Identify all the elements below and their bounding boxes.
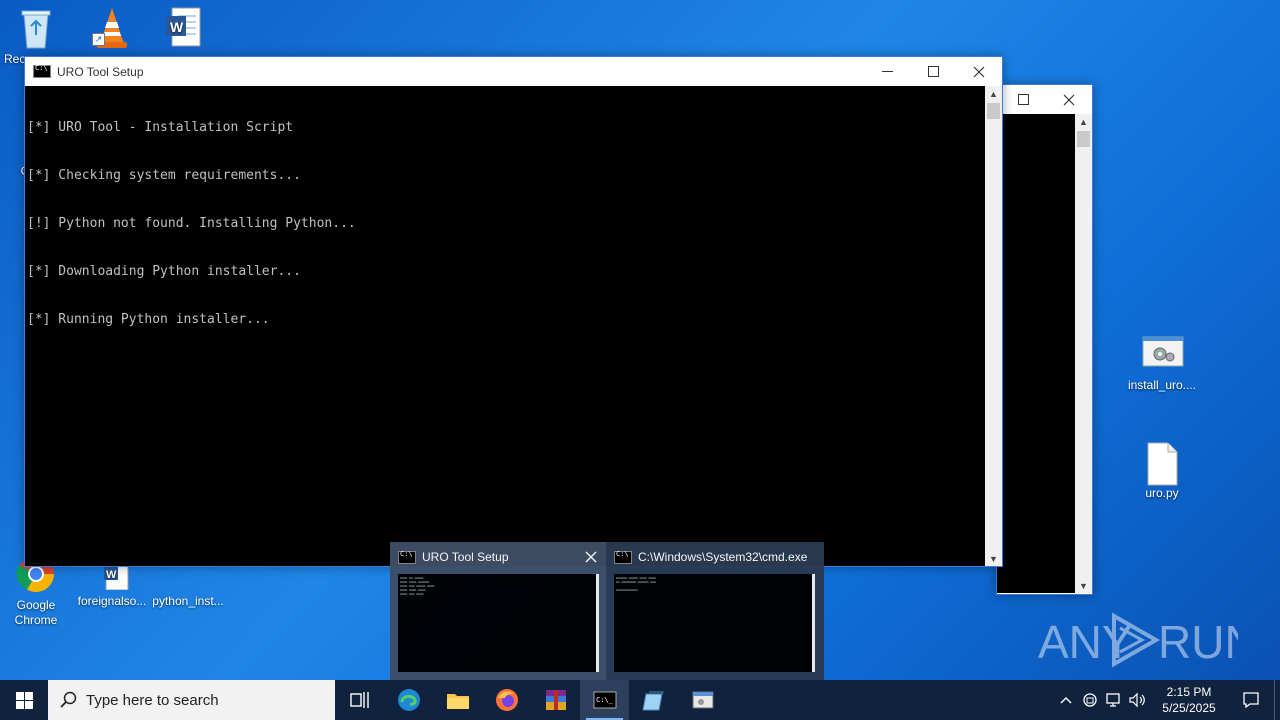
notepad-taskbar-button[interactable] (629, 680, 678, 720)
task-view-icon (349, 692, 369, 708)
folder-icon (446, 694, 469, 709)
foreignalso-label: foreignalso... (77, 594, 147, 608)
chevron-up-icon (1060, 697, 1072, 704)
maximize-button[interactable] (910, 57, 956, 86)
taskbar-thumbnail-popup: URO Tool Setup ▬▬▬▬ ▬▬ ▬▬▬▬▬ ▬▬▬▬ ▬▬▬▬ ▬… (390, 542, 824, 680)
uro-tool-setup-window[interactable]: URO Tool Setup [*] URO Tool - Installati… (24, 56, 1003, 567)
search-placeholder: Type here to search (86, 691, 219, 709)
cmd-icon: C:\_ (593, 691, 616, 709)
cmd-icon (614, 550, 632, 564)
batch-file-gear-icon (1142, 334, 1184, 374)
scroll-down-icon[interactable]: ▼ (985, 551, 1002, 566)
cmd-icon (398, 550, 416, 564)
console-line: [*] URO Tool - Installation Script (27, 120, 294, 135)
windows-logo-icon (15, 691, 33, 709)
clock-time: 2:15 PM (1166, 685, 1212, 699)
vlc-shortcut[interactable]: ↗ (74, 6, 150, 50)
taskbar-search-box[interactable]: Type here to search (48, 680, 335, 720)
close-button[interactable] (956, 57, 1002, 86)
scroll-thumb[interactable] (1077, 131, 1090, 147)
thumbnail-preview[interactable]: ▬▬▬▬ ▬▬ ▬▬▬▬▬ ▬▬▬▬ ▬▬▬▬ ▬▬▬▬▬▬ ▬▬▬▬ ▬▬▬ … (398, 574, 599, 672)
svg-text:W: W (170, 19, 184, 35)
anyrun-logo-icon: ANY RUN (1038, 612, 1258, 668)
firefox-icon (495, 689, 518, 711)
file-explorer-taskbar-button[interactable] (433, 680, 482, 720)
vertical-scrollbar[interactable]: ▲ ▼ (1075, 114, 1092, 593)
python-installer-label: python_inst... (152, 594, 224, 608)
scroll-down-icon[interactable]: ▼ (1075, 578, 1092, 593)
notification-icon (1243, 692, 1259, 709)
console-line: [*] Downloading Python installer... (27, 264, 301, 279)
cmd-window-background[interactable]: ▲ ▼ (996, 84, 1093, 595)
thumbnail-cmd[interactable]: C:\Windows\System32\cmd.exe ▬▬▬▬▬▬ ▬▬▬▬▬… (606, 542, 822, 680)
maximize-button[interactable] (1000, 85, 1046, 114)
foreignalso-file[interactable]: W foreignalso... (74, 559, 150, 609)
close-icon[interactable] (576, 551, 606, 563)
text-file-icon (1142, 442, 1182, 486)
edge-icon (397, 689, 420, 711)
shortcut-arrow-icon: ↗ (92, 33, 105, 46)
search-icon (60, 691, 77, 708)
anyrun-watermark: ANY RUN (1038, 608, 1258, 672)
scroll-thumb[interactable] (987, 103, 1000, 119)
notepad-icon (641, 691, 664, 711)
title-bar[interactable]: URO Tool Setup (25, 57, 1002, 86)
scroll-up-icon[interactable]: ▲ (985, 86, 1002, 101)
console-line: [*] Checking system requirements... (27, 168, 301, 183)
application-window-icon (692, 691, 713, 709)
show-hidden-icons-button[interactable] (1054, 680, 1078, 720)
python-installer-file[interactable]: python_inst... (150, 560, 226, 609)
edge-taskbar-button[interactable] (384, 680, 433, 720)
svg-text:RUN: RUN (1158, 616, 1238, 668)
thumbnail-uro-tool-setup[interactable]: URO Tool Setup ▬▬▬▬ ▬▬ ▬▬▬▬▬ ▬▬▬▬ ▬▬▬▬ ▬… (390, 542, 606, 680)
recycle-bin-icon (16, 8, 56, 49)
clock-date: 5/25/2025 (1162, 701, 1216, 715)
clock[interactable]: 2:15 PM 5/25/2025 (1150, 684, 1228, 716)
minimize-button[interactable] (864, 57, 910, 86)
close-button[interactable] (1046, 85, 1092, 114)
notifications-button[interactable] (1228, 680, 1274, 720)
console-output[interactable]: [*] URO Tool - Installation Script [*] C… (25, 86, 985, 566)
console-line: [!] Python not found. Installing Python.… (27, 216, 356, 231)
network-button[interactable] (1102, 680, 1126, 720)
install-uro-label: install_uro.... (1127, 378, 1197, 392)
cmd-taskbar-button[interactable]: C:\_ (580, 680, 629, 720)
cmd-icon (33, 64, 51, 78)
word-doc-shortcut[interactable]: W (146, 6, 222, 50)
network-icon (1106, 693, 1120, 707)
vlc-cone-icon: ↗ (92, 6, 132, 48)
thumbnail-title: C:\Windows\System32\cmd.exe (638, 550, 808, 564)
security-icon (1083, 693, 1097, 707)
vertical-scrollbar[interactable]: ▲ ▼ (985, 86, 1002, 566)
word-document-icon: W (164, 6, 204, 47)
install-uro-file[interactable]: install_uro.... (1124, 334, 1200, 393)
tray-icon-button[interactable] (1078, 680, 1102, 720)
console-area[interactable] (997, 114, 1075, 593)
volume-button[interactable] (1126, 680, 1150, 720)
thumbnail-preview[interactable]: ▬▬▬▬▬▬ ▬▬▬▬▬ ▬▬▬▬ ▬▬▬▬ ▬▬ ▬▬▬▬▬▬▬▬ ▬▬▬▬▬… (614, 574, 815, 672)
task-view-button[interactable] (335, 680, 384, 720)
svg-text:W: W (106, 569, 117, 581)
winrar-taskbar-button[interactable] (531, 680, 580, 720)
thumbnail-title: URO Tool Setup (422, 550, 509, 564)
winrar-icon (545, 690, 566, 710)
app-taskbar-button[interactable] (678, 680, 727, 720)
scroll-up-icon[interactable]: ▲ (1075, 114, 1092, 129)
window-title: URO Tool Setup (57, 64, 144, 79)
start-button[interactable] (0, 680, 48, 720)
google-chrome-label: Google Chrome (14, 598, 58, 627)
volume-icon (1129, 692, 1145, 708)
console-line: [*] Running Python installer... (27, 312, 270, 327)
show-desktop-button[interactable] (1274, 680, 1280, 720)
uro-py-label: uro.py (1145, 486, 1179, 500)
svg-text:C:\_: C:\_ (596, 696, 614, 704)
taskbar: Type here to search C:\_ 2:15 PM 5/25/20… (0, 680, 1280, 720)
uro-py-file[interactable]: uro.py (1124, 442, 1200, 501)
firefox-taskbar-button[interactable] (482, 680, 531, 720)
